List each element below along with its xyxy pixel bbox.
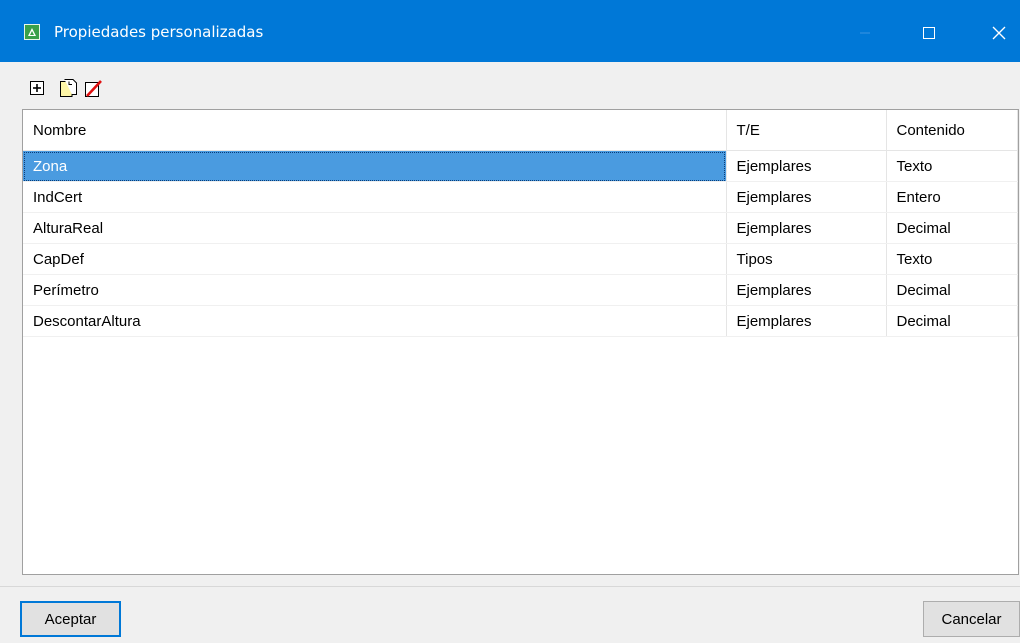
column-header-te[interactable]: T/E — [726, 110, 887, 151]
row-name-cell[interactable]: CapDef — [23, 243, 727, 275]
row-te-cell[interactable]: Ejemplares — [726, 305, 887, 337]
row-content-cell[interactable]: Decimal — [886, 274, 1018, 306]
close-icon — [992, 26, 1006, 40]
table-row[interactable]: Perímetro Ejemplares Decimal — [23, 274, 1018, 306]
table-row[interactable]: AlturaReal Ejemplares Decimal — [23, 212, 1018, 244]
row-name-cell[interactable]: AlturaReal — [23, 212, 727, 244]
accept-button[interactable]: Aceptar — [20, 601, 121, 637]
title-bar: Propiedades personalizadas — [0, 0, 1020, 62]
column-header-name[interactable]: Nombre — [23, 110, 727, 151]
minimize-button[interactable] — [842, 13, 888, 53]
row-name-cell[interactable]: IndCert — [23, 181, 727, 213]
table-row[interactable]: DescontarAltura Ejemplares Decimal — [23, 305, 1018, 337]
row-content-cell[interactable]: Entero — [886, 181, 1018, 213]
row-te-cell[interactable]: Tipos — [726, 243, 887, 275]
row-name-cell[interactable]: DescontarAltura — [23, 305, 727, 337]
column-header-content[interactable]: Contenido — [886, 110, 1018, 151]
row-te-cell[interactable]: Ejemplares — [726, 181, 887, 213]
row-name-cell[interactable]: Zona — [23, 150, 727, 182]
table-header-row: Nombre T/E Contenido — [23, 110, 1018, 151]
row-te-cell[interactable]: Ejemplares — [726, 274, 887, 306]
table-row[interactable]: Zona Ejemplares Texto — [23, 150, 1018, 182]
close-button[interactable] — [976, 13, 1020, 53]
cancel-button[interactable]: Cancelar — [923, 601, 1020, 637]
row-te-cell[interactable]: Ejemplares — [726, 150, 887, 182]
window-title: Propiedades personalizadas — [54, 23, 264, 41]
table-row[interactable]: IndCert Ejemplares Entero — [23, 181, 1018, 213]
row-te-cell[interactable]: Ejemplares — [726, 212, 887, 244]
row-content-cell[interactable]: Texto — [886, 150, 1018, 182]
row-name-cell[interactable]: Perímetro — [23, 274, 727, 306]
footer-divider — [0, 586, 1020, 587]
maximize-icon — [923, 27, 935, 39]
copy-icon[interactable] — [59, 79, 77, 97]
row-content-cell[interactable]: Decimal — [886, 305, 1018, 337]
properties-table: Nombre T/E Contenido Zona Ejemplares Tex… — [23, 110, 1018, 337]
app-icon — [24, 24, 40, 40]
add-icon[interactable] — [28, 79, 46, 97]
minimize-icon — [860, 32, 870, 34]
row-content-cell[interactable]: Texto — [886, 243, 1018, 275]
row-content-cell[interactable]: Decimal — [886, 212, 1018, 244]
maximize-button[interactable] — [906, 13, 952, 53]
delete-icon[interactable] — [84, 79, 102, 97]
properties-list[interactable]: Nombre T/E Contenido Zona Ejemplares Tex… — [22, 109, 1019, 575]
table-row[interactable]: CapDef Tipos Texto — [23, 243, 1018, 275]
